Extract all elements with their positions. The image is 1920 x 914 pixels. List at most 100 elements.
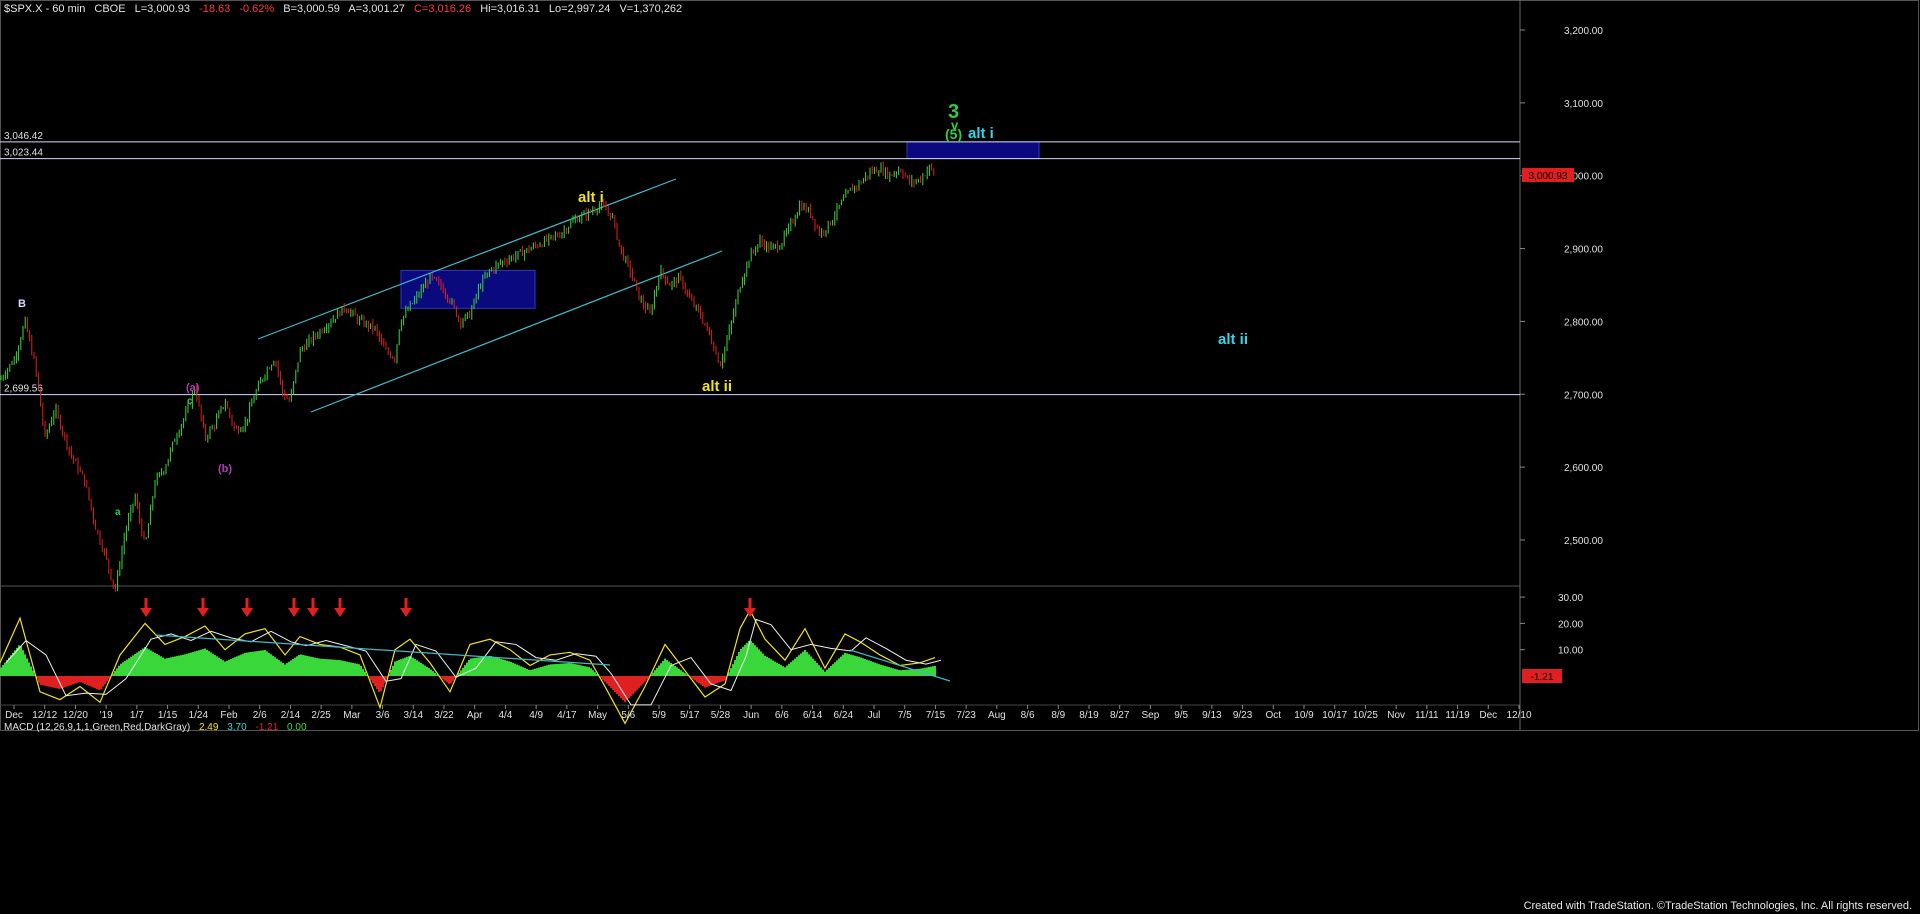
date-label: 5/17	[680, 710, 700, 721]
date-label: Dec	[1479, 710, 1497, 721]
wave-label: a	[115, 507, 121, 518]
sell-arrow-head	[288, 608, 300, 617]
macd-title: MACD (12,26,9,1,1,Green,Red,DarkGray)	[4, 722, 191, 733]
date-label: Jun	[743, 710, 759, 721]
date-label: 6/24	[834, 710, 854, 721]
macd-value: 2.49	[198, 722, 219, 733]
macd-signal: 3.70	[227, 722, 247, 733]
close-price: C=3,016.26	[413, 3, 472, 15]
date-label: '19	[100, 710, 113, 721]
level-label: 3,046.42	[4, 131, 43, 142]
wave-label: (b)	[218, 463, 232, 475]
sell-arrow-head	[241, 608, 253, 617]
date-label: 1/15	[158, 710, 178, 721]
date-label: Mar	[343, 710, 361, 721]
date-label: 10/25	[1353, 710, 1378, 721]
wave-label: (a)	[186, 382, 200, 394]
macd-header: MACD (12,26,9,1,1,Green,Red,DarkGray) 2.…	[4, 722, 313, 733]
date-label: 3/6	[376, 710, 390, 721]
date-label: 8/6	[1021, 710, 1035, 721]
wave-label: alt ii	[702, 378, 732, 395]
sell-arrow-head	[140, 608, 152, 617]
macd-tick-label: 30.00	[1558, 593, 1583, 604]
date-label: 5/9	[652, 710, 666, 721]
level-label: 3,023.44	[4, 148, 43, 159]
chart-frame	[0, 0, 1919, 731]
date-label: 12/20	[63, 710, 88, 721]
date-label: 4/4	[498, 710, 512, 721]
price-tick-label: 2,700.00	[1564, 390, 1603, 401]
wave-label: alt ii	[1218, 331, 1248, 348]
price-tick-label: 3,200.00	[1564, 26, 1603, 37]
date-label: 9/13	[1202, 710, 1222, 721]
date-label: 8/27	[1110, 710, 1130, 721]
date-label: 5/6	[621, 710, 635, 721]
date-label: 9/5	[1174, 710, 1188, 721]
date-label: 6/14	[803, 710, 823, 721]
bid-price: B=3,000.59	[283, 3, 340, 15]
price-tick-label: 2,600.00	[1564, 463, 1603, 474]
chart-window: 3,046.42 3,023.44 2,699.56 3,200.00 3,100.00…	[0, 0, 1920, 914]
date-label: Feb	[220, 710, 238, 721]
exchange-label: CBOE	[94, 3, 126, 15]
date-label: 2/14	[281, 710, 301, 721]
date-label: 3/22	[434, 710, 454, 721]
date-label: Aug	[988, 710, 1006, 721]
date-label: 12/12	[32, 710, 57, 721]
sell-arrow-head	[400, 608, 412, 617]
wave-label: (5)	[945, 126, 962, 142]
change-value: -18.63	[199, 3, 231, 15]
high-price: Hi=3,016.31	[480, 3, 540, 15]
date-label: 4/9	[529, 710, 543, 721]
date-label: 2/6	[253, 710, 267, 721]
price-tick-label: 2,500.00	[1564, 536, 1603, 547]
sell-arrow-head	[197, 608, 209, 617]
date-label: 8/19	[1079, 710, 1099, 721]
macd-diff: -1.21	[255, 722, 279, 733]
price-chart: 3,046.42 3,023.44 2,699.56 3,200.00 3,100.00…	[0, 0, 1919, 731]
date-label: Nov	[1387, 710, 1405, 721]
sell-arrow-head	[307, 608, 319, 617]
date-label: Dec	[5, 710, 23, 721]
date-label: May	[588, 710, 607, 721]
date-label: 5/28	[711, 710, 731, 721]
low-price: Lo=2,997.24	[548, 3, 611, 15]
target-zone	[906, 141, 1040, 160]
date-label: 7/23	[956, 710, 976, 721]
copyright-footer: Created with TradeStation. ©TradeStation…	[1523, 900, 1912, 912]
sell-arrow-head	[334, 608, 346, 617]
wave-label: alt i	[578, 189, 604, 206]
last-price: L=3,000.93	[134, 3, 191, 15]
price-tick-label: 2,900.00	[1564, 245, 1603, 256]
macd-current-label: -1.21	[1531, 672, 1554, 683]
date-label: 7/5	[898, 710, 912, 721]
date-label: 11/19	[1445, 710, 1470, 721]
change-pct: -0.62%	[239, 3, 275, 15]
date-label: 6/6	[775, 710, 789, 721]
price-tick-label: 2,800.00	[1564, 317, 1603, 328]
date-label: 9/23	[1233, 710, 1253, 721]
wave-label: c	[187, 396, 193, 407]
symbol-label: $SPX.X - 60 min	[4, 3, 86, 15]
date-label: 1/24	[189, 710, 209, 721]
price-tick-label: 3,100.00	[1564, 99, 1603, 110]
symbol-header: $SPX.X - 60 min CBOE L=3,000.93 -18.63 -…	[4, 3, 688, 15]
macd-tick-label: 20.00	[1558, 619, 1583, 630]
date-label: Sep	[1142, 710, 1160, 721]
wave-label: B	[18, 298, 26, 310]
volume: V=1,370,262	[619, 3, 683, 15]
date-label: Apr	[467, 710, 483, 721]
sell-arrow-head	[744, 608, 756, 617]
macd-tick-label: 10.00	[1558, 646, 1583, 657]
date-label: 8/9	[1051, 710, 1065, 721]
date-label: 2/25	[311, 710, 331, 721]
date-label: Jul	[868, 710, 881, 721]
date-label: 11/11	[1415, 710, 1439, 721]
wave-label: alt i	[968, 125, 994, 142]
date-label: 10/9	[1294, 710, 1314, 721]
date-label: 10/17	[1322, 710, 1347, 721]
date-label: 1/7	[130, 710, 144, 721]
level-label: 2,699.56	[4, 384, 43, 395]
ask-price: A=3,001.27	[348, 3, 405, 15]
date-label: 12/10	[1506, 710, 1531, 721]
